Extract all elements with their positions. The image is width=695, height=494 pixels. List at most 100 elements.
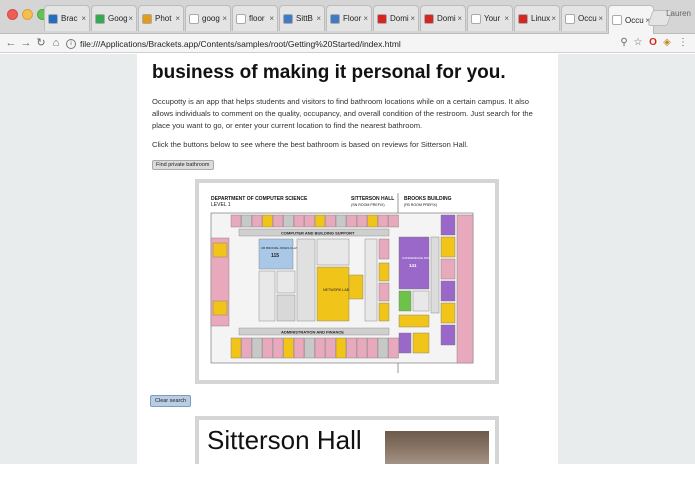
- browser-tab[interactable]: Occu ×: [561, 5, 607, 31]
- tab-label: Your: [484, 14, 501, 23]
- browser-tab[interactable]: Occu ×: [608, 5, 654, 34]
- browser-tab[interactable]: goog ×: [185, 5, 231, 31]
- map-room: [346, 214, 357, 228]
- gmail-icon: [471, 13, 481, 24]
- unc-icon: [283, 13, 293, 24]
- page-viewport: business of making it personal for you. …: [0, 54, 695, 464]
- home-icon[interactable]: ⌂: [49, 36, 63, 50]
- tab-label: goog: [202, 14, 220, 23]
- forward-arrow-icon[interactable]: →: [19, 36, 33, 50]
- map-room: [272, 214, 284, 228]
- map-room: [230, 337, 242, 359]
- close-tab-icon[interactable]: ×: [128, 14, 133, 23]
- close-tab-icon[interactable]: ×: [363, 14, 368, 23]
- clear-search-button[interactable]: Clear search: [150, 395, 192, 407]
- map-room: [262, 214, 273, 228]
- menu-icon[interactable]: ⋮: [677, 37, 689, 49]
- map-room: [325, 214, 336, 228]
- map-conference-num: 141: [409, 263, 417, 268]
- map-level: LEVEL 1: [211, 202, 231, 208]
- google-icon: [236, 13, 246, 24]
- google-icon: [189, 13, 199, 24]
- tab-label: SittB: [296, 14, 313, 23]
- intro-paragraph: Occupotty is an app that helps students …: [152, 97, 533, 130]
- search-icon[interactable]: ⚲: [618, 37, 630, 49]
- profile-name[interactable]: Lauren: [666, 9, 691, 18]
- tab-label: Occu: [625, 15, 644, 25]
- close-tab-icon[interactable]: ×: [410, 14, 415, 23]
- tab-label: Floor: [343, 14, 362, 23]
- close-tab-icon[interactable]: ×: [598, 14, 603, 23]
- map-classroom-num: 115: [271, 253, 279, 259]
- tab-label: Brac: [61, 14, 78, 23]
- browser-tab[interactable]: Domi ×: [373, 5, 419, 31]
- map-room: [367, 214, 378, 228]
- close-tab-icon[interactable]: ×: [81, 14, 86, 23]
- close-tab-icon[interactable]: ×: [551, 14, 556, 23]
- address-bar[interactable]: i file:///Applications/Brackets.app/Cont…: [66, 36, 610, 51]
- browser-tab[interactable]: Phot ×: [138, 5, 184, 31]
- map-room: [304, 337, 315, 359]
- close-tab-icon[interactable]: ×: [269, 14, 274, 23]
- browser-tab-strip: Brac × Goog × Phot × goog × floor × SittB × Floor × Do…: [0, 0, 695, 34]
- opera-icon: [518, 13, 528, 24]
- tab-label: Occu: [578, 14, 597, 23]
- map-network-lab: NETWORK LAB: [323, 288, 350, 292]
- map-room: [314, 214, 326, 228]
- tab-label: floor: [249, 14, 265, 23]
- main-content: business of making it personal for you. …: [137, 54, 558, 464]
- browser-tab[interactable]: Floor ×: [326, 5, 372, 31]
- browser-tab[interactable]: SittB ×: [279, 5, 325, 31]
- map-room: [335, 337, 347, 359]
- browser-tab[interactable]: Goog ×: [91, 5, 137, 31]
- close-tab-icon[interactable]: ×: [504, 14, 509, 23]
- map-room: [388, 214, 399, 228]
- map-room: [356, 337, 368, 359]
- find-private-bathroom-button[interactable]: Find private bathroom: [152, 160, 214, 170]
- map-conference: CONFERENCE ROOM: [402, 256, 434, 260]
- opera-icon: [424, 13, 434, 24]
- close-tab-icon[interactable]: ×: [316, 14, 321, 23]
- browser-tab[interactable]: floor ×: [232, 5, 278, 31]
- minimize-window-button[interactable]: [22, 9, 33, 20]
- map-building-2-prefix: (FB ROOM PREFIX): [404, 203, 437, 207]
- instruction-paragraph: Click the buttons below to see where the…: [152, 140, 469, 149]
- page-bottom-area: [0, 464, 695, 494]
- browser-tab[interactable]: Your ×: [467, 5, 513, 31]
- map-room: [377, 337, 389, 359]
- building-card-title: Sitterson Hall: [207, 425, 362, 455]
- page-icon: [612, 15, 622, 25]
- unc-icon: [330, 13, 340, 24]
- map-band-bottom: ADMINISTRATION AND FINANCE: [281, 330, 344, 335]
- map-room: [251, 337, 263, 359]
- building-photo: [385, 431, 489, 464]
- tab-label: Domi: [390, 14, 409, 23]
- extension-icon[interactable]: ◈: [661, 37, 673, 49]
- map-room: [262, 337, 273, 359]
- map-room: [377, 214, 389, 228]
- map-room: [283, 337, 294, 359]
- map-room: [388, 337, 399, 359]
- back-arrow-icon[interactable]: ←: [4, 36, 18, 50]
- close-tab-icon[interactable]: ×: [222, 14, 227, 23]
- opera-icon: [377, 13, 387, 24]
- map-room: [367, 337, 378, 359]
- map-room: [293, 337, 305, 359]
- close-tab-icon[interactable]: ×: [457, 14, 462, 23]
- map-room: [230, 214, 242, 228]
- map-room: [251, 214, 263, 228]
- browser-toolbar: ← → ↻ ⌂ i file:///Applications/Brackets.…: [0, 34, 695, 53]
- floor-plan-frame: DEPARTMENT OF COMPUTER SCIENCE LEVEL 1 S…: [195, 179, 499, 384]
- close-window-button[interactable]: [7, 9, 18, 20]
- info-icon[interactable]: i: [66, 38, 76, 49]
- star-icon[interactable]: ☆: [632, 37, 644, 49]
- browser-tab[interactable]: Linux ×: [514, 5, 560, 31]
- tab-list: Brac × Goog × Phot × goog × floor × SittB × Floor × Do…: [44, 5, 655, 34]
- close-tab-icon[interactable]: ×: [175, 14, 180, 23]
- reload-icon[interactable]: ↻: [34, 36, 48, 50]
- map-building-1: SITTERSON HALL: [351, 196, 394, 202]
- browser-tab[interactable]: Domi ×: [420, 5, 466, 31]
- opera-extension-icon[interactable]: O: [647, 37, 659, 49]
- browser-tab[interactable]: Brac ×: [44, 5, 90, 31]
- map-room: [335, 214, 347, 228]
